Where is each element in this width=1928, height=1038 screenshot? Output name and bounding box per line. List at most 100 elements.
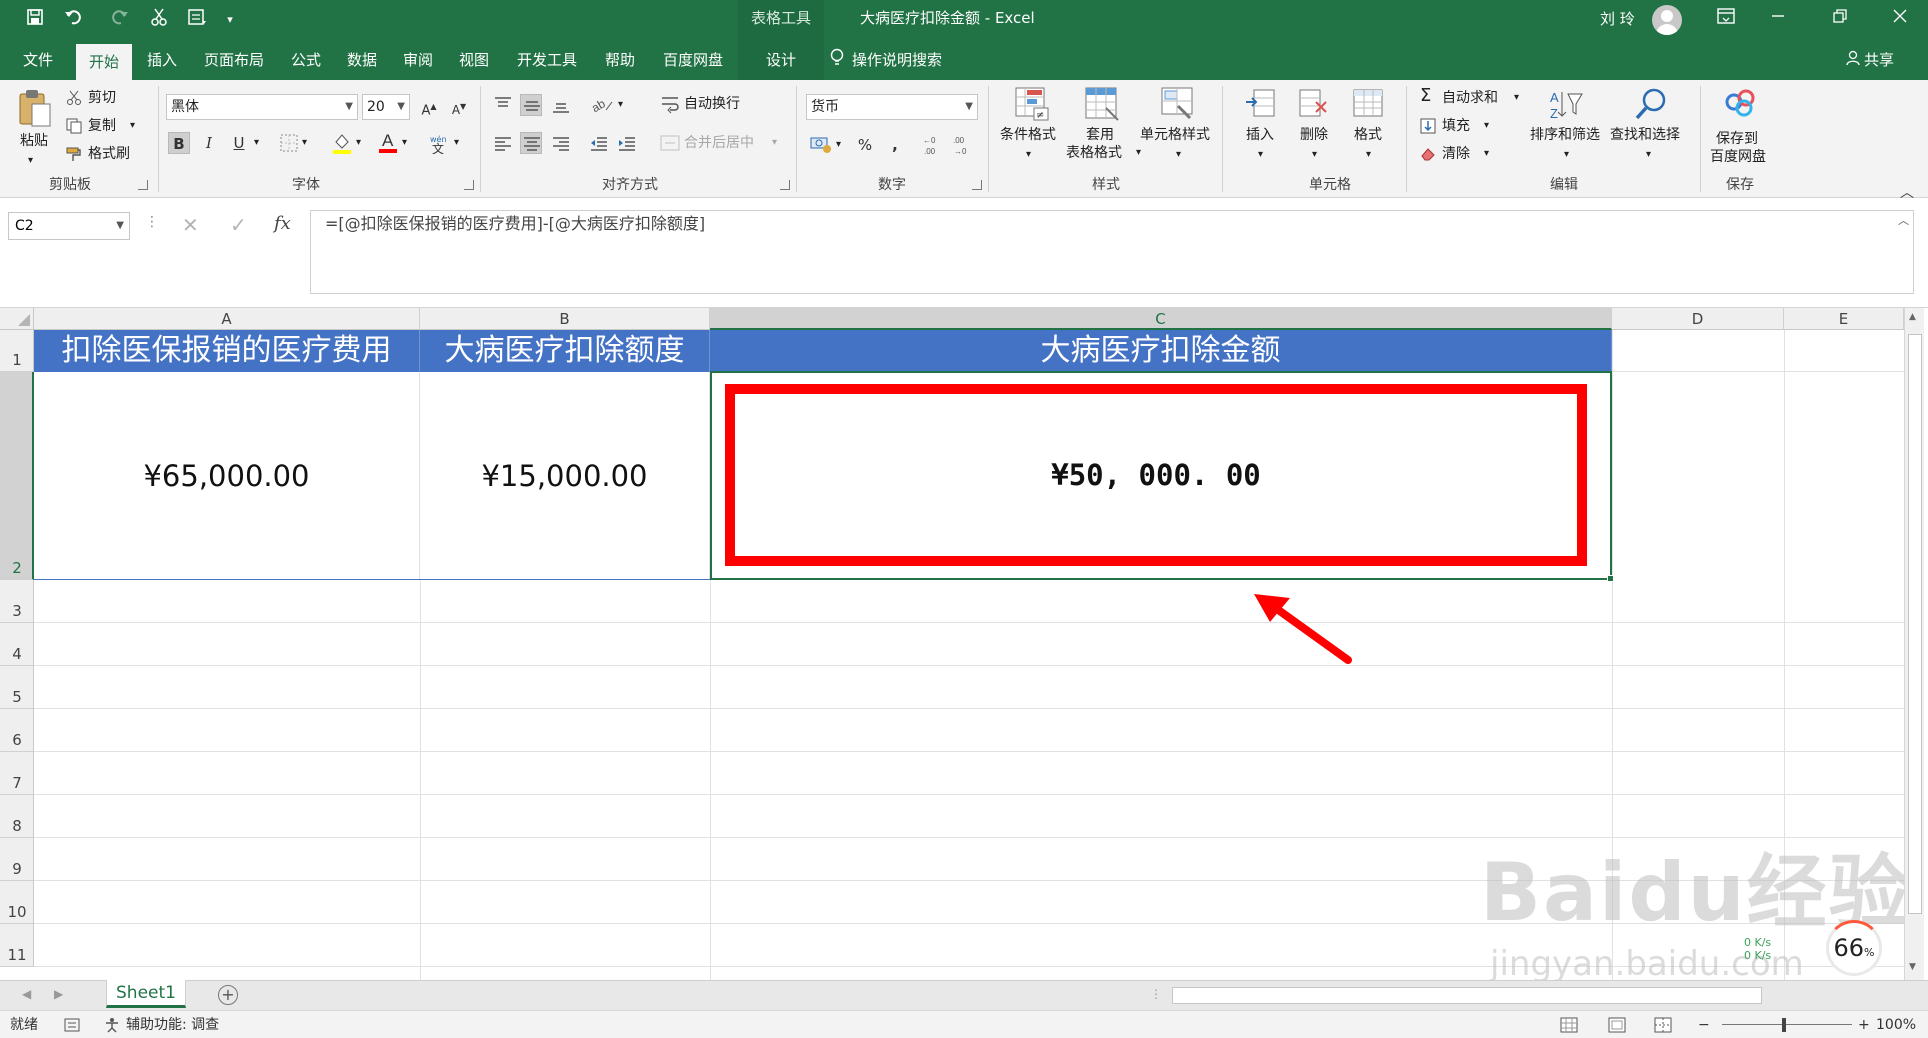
delete-dropdown-icon[interactable]: ▾ (1312, 146, 1317, 164)
tab-design[interactable]: 设计 (738, 40, 824, 80)
align-middle-icon[interactable] (520, 94, 542, 116)
align-right-icon[interactable] (550, 132, 572, 158)
tab-review[interactable]: 审阅 (394, 40, 442, 80)
merge-dropdown-icon[interactable]: ▾ (772, 134, 777, 152)
comma-style-icon[interactable]: , (884, 134, 906, 156)
wrap-text-button[interactable]: 自动换行 (684, 95, 740, 113)
sort-filter-button[interactable]: 排序和筛选 (1530, 126, 1600, 144)
decrease-indent-icon[interactable] (588, 132, 610, 158)
format-painter-button[interactable]: 格式刷 (88, 145, 130, 163)
column-header-b[interactable]: B (420, 308, 710, 330)
accessibility-icon[interactable] (104, 1017, 122, 1037)
format-cells-button[interactable]: 格式 (1354, 126, 1382, 144)
delete-cells-button[interactable]: 删除 (1300, 126, 1328, 144)
align-left-icon[interactable] (492, 132, 514, 158)
borders-dropdown-icon[interactable]: ▾ (302, 134, 307, 152)
user-name[interactable]: 刘 玲 (1600, 0, 1635, 40)
accessibility-status[interactable]: 辅助功能: 调查 (126, 1011, 219, 1038)
formula-bar-splitter[interactable]: ⋮ (145, 214, 159, 230)
page-layout-view-icon[interactable] (1608, 1017, 1626, 1037)
zoom-slider-thumb[interactable] (1782, 1018, 1786, 1032)
save-to-netdisk-line1[interactable]: 保存到 (1716, 130, 1758, 148)
find-select-button[interactable]: 查找和选择 (1610, 126, 1680, 144)
cancel-icon[interactable]: ✕ (182, 212, 199, 238)
scroll-down-icon[interactable]: ▼ (1909, 962, 1916, 972)
merge-center-button[interactable]: 合并后居中 (684, 134, 754, 152)
sort-dropdown-icon[interactable]: ▾ (1564, 146, 1569, 164)
tab-baidu-netdisk[interactable]: 百度网盘 (652, 40, 734, 80)
cut-button[interactable]: 剪切 (88, 89, 116, 107)
format-as-table-line2[interactable]: 表格格式 (1066, 144, 1122, 162)
align-top-icon[interactable] (492, 94, 514, 120)
cut-icon[interactable] (146, 8, 172, 32)
percent-icon[interactable]: % (854, 134, 876, 156)
font-launcher-icon[interactable] (464, 180, 474, 190)
ribbon-display-icon[interactable] (1702, 0, 1750, 40)
cell-b2[interactable]: ¥15,000.00 (420, 372, 710, 580)
format-as-table-dropdown-icon[interactable]: ▾ (1136, 144, 1141, 162)
tell-me-search[interactable]: 操作说明搜索 (830, 40, 942, 80)
row-header-10[interactable]: 10 (0, 881, 34, 924)
cell-styles-dropdown-icon[interactable]: ▾ (1176, 146, 1181, 164)
underline-dropdown-icon[interactable]: ▾ (254, 134, 259, 152)
avatar[interactable] (1652, 5, 1682, 35)
tab-page-layout[interactable]: 页面布局 (194, 40, 274, 80)
undo-icon[interactable] (58, 8, 92, 32)
tab-home[interactable]: 开始 (76, 44, 132, 80)
accounting-dropdown-icon[interactable]: ▾ (836, 136, 841, 154)
clear-dropdown-icon[interactable]: ▾ (1484, 145, 1489, 163)
find-dropdown-icon[interactable]: ▾ (1646, 146, 1651, 164)
horizontal-scrollbar[interactable] (1172, 987, 1762, 1004)
column-header-d[interactable]: D (1612, 308, 1784, 330)
copy-button[interactable]: 复制 (88, 117, 116, 135)
zoom-level[interactable]: 100% (1876, 1011, 1916, 1038)
fill-button[interactable]: 填充 (1442, 117, 1470, 135)
column-header-c[interactable]: C (710, 308, 1612, 330)
clipboard-launcher-icon[interactable] (138, 180, 148, 190)
select-all-corner[interactable] (0, 308, 34, 330)
number-format-select[interactable]: 货币 ▼ (806, 94, 978, 120)
share-button[interactable]: 共享 (1846, 40, 1894, 80)
decrease-font-icon[interactable]: A▼ (448, 96, 470, 118)
row-header-8[interactable]: 8 (0, 795, 34, 838)
copy-dropdown-icon[interactable]: ▾ (130, 117, 135, 135)
zoom-slider[interactable] (1722, 1024, 1852, 1025)
tab-splitter-icon[interactable]: ⋮ (1150, 987, 1162, 1001)
customize-icon[interactable]: ▾ (220, 8, 240, 32)
row-header-2[interactable]: 2 (0, 372, 34, 580)
name-box[interactable]: C2 ▼ (8, 212, 130, 240)
increase-font-icon[interactable]: A▲ (418, 96, 440, 118)
row-header-9[interactable]: 9 (0, 838, 34, 881)
number-launcher-icon[interactable] (972, 180, 982, 190)
vertical-scrollbar[interactable]: ▲ ▼ (1904, 308, 1924, 980)
zoom-out-icon[interactable]: − (1698, 1011, 1710, 1038)
row-header-6[interactable]: 6 (0, 709, 34, 752)
align-center-icon[interactable] (520, 132, 542, 154)
alignment-launcher-icon[interactable] (780, 180, 790, 190)
font-name-select[interactable]: 黑体 ▼ (166, 94, 358, 120)
column-header-a[interactable]: A (34, 308, 420, 330)
conditional-format-button[interactable]: 条件格式 (1000, 126, 1056, 144)
sheet-tab-sheet1[interactable]: Sheet1 (106, 980, 186, 1008)
row-header-4[interactable]: 4 (0, 623, 34, 666)
table-header-deduction-limit[interactable]: 大病医疗扣除额度 (420, 330, 710, 372)
insert-cells-button[interactable]: 插入 (1246, 126, 1274, 144)
tab-insert[interactable]: 插入 (138, 40, 186, 80)
align-bottom-icon[interactable] (550, 94, 572, 120)
cell-a2[interactable]: ¥65,000.00 (34, 372, 420, 580)
scroll-thumb[interactable] (1908, 334, 1922, 914)
autosum-button[interactable]: 自动求和 (1442, 89, 1498, 107)
fill-color-icon[interactable] (332, 132, 352, 158)
row-header-3[interactable]: 3 (0, 580, 34, 623)
expand-formula-icon[interactable]: ︿ (1898, 212, 1909, 228)
cell-styles-button[interactable]: 单元格样式 (1140, 126, 1210, 144)
autosum-dropdown-icon[interactable]: ▾ (1514, 89, 1519, 107)
font-color-icon[interactable]: A (378, 130, 398, 158)
enter-icon[interactable]: ✓ (230, 212, 247, 238)
format-as-table-line1[interactable]: 套用 (1086, 126, 1114, 144)
paste-icon[interactable] (18, 88, 52, 132)
tab-data[interactable]: 数据 (338, 40, 386, 80)
row-header-1[interactable]: 1 (0, 330, 34, 372)
italic-button[interactable]: I (198, 132, 220, 154)
close-icon[interactable] (1876, 0, 1924, 40)
